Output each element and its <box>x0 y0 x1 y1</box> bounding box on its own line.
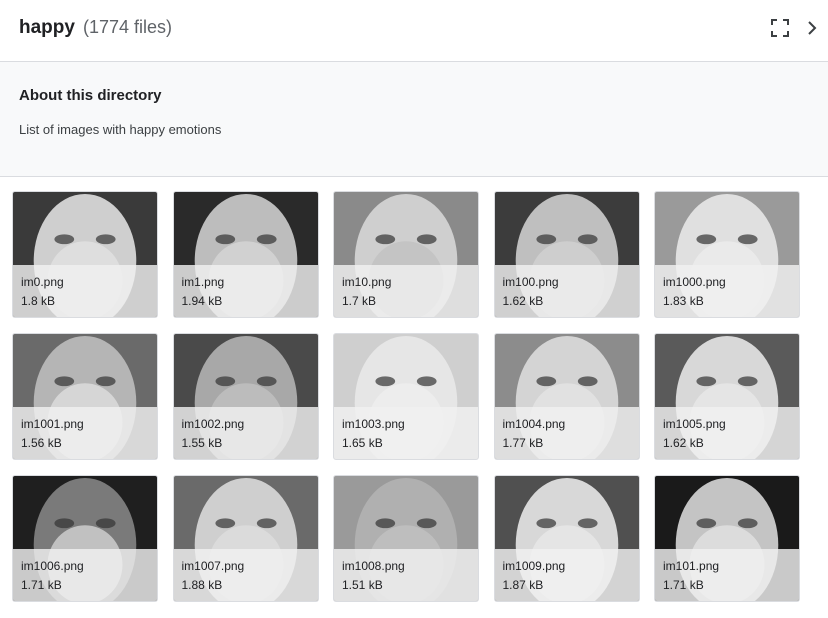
file-size: 1.8 kB <box>21 294 56 308</box>
file-size: 1.65 kB <box>342 436 383 450</box>
file-name: im1005.png <box>663 417 726 431</box>
file-caption: im1001.png 1.56 kB <box>13 407 157 459</box>
file-size: 1.62 kB <box>663 436 704 450</box>
file-name: im1006.png <box>21 559 84 573</box>
file-card[interactable]: im1006.png 1.71 kB <box>12 475 158 602</box>
file-name: im0.png <box>21 275 64 289</box>
file-grid: im0.png 1.8 kB im1.png 1.94 kB im10.png 1.7 k… <box>12 191 800 602</box>
file-count: (1774 files) <box>82 17 172 37</box>
file-caption: im1002.png 1.55 kB <box>173 407 318 459</box>
file-card[interactable]: im1004.png 1.77 kB <box>493 333 640 460</box>
file-caption: im1000.png 1.83 kB <box>655 265 799 317</box>
file-caption: im100.png 1.62 kB <box>494 265 639 317</box>
file-card[interactable]: im1.png 1.94 kB <box>172 191 319 318</box>
file-caption: im1008.png 1.51 kB <box>334 549 478 601</box>
file-size: 1.71 kB <box>21 578 62 592</box>
file-name: im1003.png <box>342 417 405 431</box>
file-size: 1.62 kB <box>502 294 544 308</box>
file-caption: im1004.png 1.77 kB <box>494 407 639 459</box>
file-card[interactable]: im1003.png 1.65 kB <box>333 333 479 460</box>
file-caption: im1007.png 1.88 kB <box>173 549 318 601</box>
fullscreen-button[interactable] <box>770 18 790 38</box>
file-card[interactable]: im100.png 1.62 kB <box>493 191 640 318</box>
file-size: 1.88 kB <box>181 578 223 592</box>
file-card[interactable]: im1001.png 1.56 kB <box>12 333 158 460</box>
file-caption: im0.png 1.8 kB <box>13 265 157 317</box>
file-size: 1.94 kB <box>181 294 223 308</box>
file-caption: im1.png 1.94 kB <box>173 265 318 317</box>
file-card[interactable]: im1005.png 1.62 kB <box>654 333 800 460</box>
file-card[interactable]: im1007.png 1.88 kB <box>172 475 319 602</box>
file-name: im1008.png <box>342 559 405 573</box>
file-name: im1009.png <box>502 559 566 573</box>
file-card[interactable]: im1008.png 1.51 kB <box>333 475 479 602</box>
directory-header: happy (1774 files) <box>0 0 828 62</box>
file-name: im1.png <box>181 275 225 289</box>
about-title: About this directory <box>19 87 162 104</box>
file-card[interactable]: im101.png 1.71 kB <box>654 475 800 602</box>
file-name: im1007.png <box>181 559 245 573</box>
next-button[interactable] <box>802 18 822 38</box>
about-description: List of images with happy emotions <box>19 122 222 137</box>
file-caption: im101.png 1.71 kB <box>655 549 799 601</box>
file-name: im101.png <box>663 559 720 573</box>
file-caption: im1006.png 1.71 kB <box>13 549 157 601</box>
file-size: 1.77 kB <box>502 436 544 450</box>
file-name: im1001.png <box>21 417 84 431</box>
file-caption: im1003.png 1.65 kB <box>334 407 478 459</box>
file-size: 1.7 kB <box>342 294 377 308</box>
file-name: im1000.png <box>663 275 726 289</box>
file-size: 1.55 kB <box>181 436 223 450</box>
file-name: im1004.png <box>502 417 566 431</box>
file-size: 1.56 kB <box>21 436 62 450</box>
file-size: 1.51 kB <box>342 578 383 592</box>
directory-title: happy (1774 files) <box>19 17 172 39</box>
chevron-right-icon <box>808 21 817 35</box>
file-size: 1.87 kB <box>502 578 544 592</box>
file-caption: im1005.png 1.62 kB <box>655 407 799 459</box>
file-name: im1002.png <box>181 417 245 431</box>
folder-name: happy <box>19 17 75 38</box>
file-caption: im10.png 1.7 kB <box>334 265 478 317</box>
file-size: 1.83 kB <box>663 294 704 308</box>
header-actions <box>770 18 822 38</box>
file-card[interactable]: im1009.png 1.87 kB <box>493 475 640 602</box>
file-card[interactable]: im10.png 1.7 kB <box>333 191 479 318</box>
about-section: About this directory List of images with… <box>0 62 828 177</box>
file-card[interactable]: im1002.png 1.55 kB <box>172 333 319 460</box>
fullscreen-icon <box>771 19 789 37</box>
file-name: im10.png <box>342 275 392 289</box>
file-size: 1.71 kB <box>663 578 704 592</box>
file-card[interactable]: im1000.png 1.83 kB <box>654 191 800 318</box>
file-name: im100.png <box>502 275 559 289</box>
file-caption: im1009.png 1.87 kB <box>494 549 639 601</box>
file-card[interactable]: im0.png 1.8 kB <box>12 191 158 318</box>
